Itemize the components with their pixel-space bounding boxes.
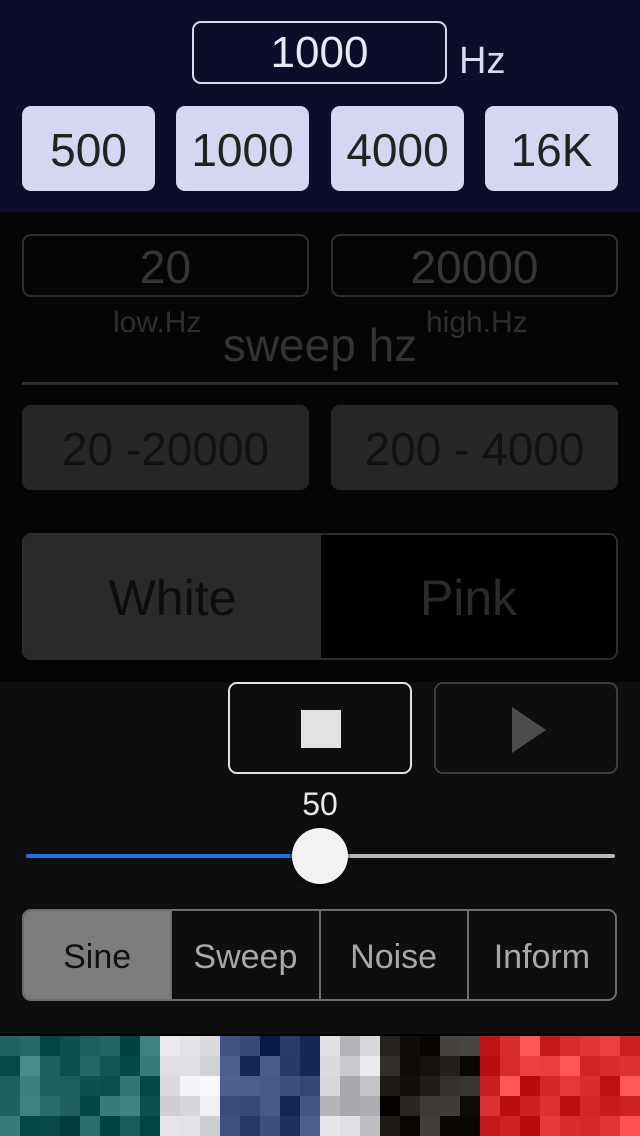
preset-16k-button[interactable]: 16K bbox=[485, 106, 618, 191]
stop-icon bbox=[301, 710, 341, 748]
ad-banner-image[interactable] bbox=[0, 1036, 640, 1136]
tab-inform[interactable]: Inform bbox=[466, 911, 615, 999]
noise-type-selector: White Pink bbox=[22, 533, 618, 660]
preset-500-button[interactable]: 500 bbox=[22, 106, 155, 191]
volume-slider-thumb[interactable] bbox=[292, 828, 348, 884]
sweep-title: sweep hz bbox=[222, 319, 418, 371]
divider bbox=[22, 382, 618, 385]
tab-noise[interactable]: Noise bbox=[318, 911, 467, 999]
tab-sine[interactable]: Sine bbox=[24, 911, 171, 999]
play-icon bbox=[512, 707, 546, 753]
play-button[interactable] bbox=[434, 682, 618, 774]
tab-sweep[interactable]: Sweep bbox=[170, 911, 318, 999]
frequency-unit-label: Hz bbox=[459, 40, 506, 82]
sweep-preset-full-button[interactable]: 20 -20000 bbox=[22, 405, 309, 490]
sweep-low-input[interactable]: 20 bbox=[22, 234, 309, 297]
preset-1000-button[interactable]: 1000 bbox=[176, 106, 309, 191]
volume-value-label: 50 bbox=[302, 786, 338, 822]
volume-slider-fill[interactable] bbox=[26, 854, 320, 858]
preset-4000-button[interactable]: 4000 bbox=[331, 106, 464, 191]
volume-slider-track[interactable] bbox=[320, 854, 615, 858]
frequency-input[interactable]: 1000 bbox=[192, 21, 447, 84]
mode-tab-bar: Sine Sweep Noise Inform bbox=[22, 909, 617, 1001]
noise-white-option[interactable]: White bbox=[24, 535, 321, 658]
sweep-preset-mid-button[interactable]: 200 - 4000 bbox=[331, 405, 618, 490]
noise-pink-option[interactable]: Pink bbox=[321, 535, 616, 658]
sweep-high-input[interactable]: 20000 bbox=[331, 234, 618, 297]
stop-button[interactable] bbox=[228, 682, 412, 774]
